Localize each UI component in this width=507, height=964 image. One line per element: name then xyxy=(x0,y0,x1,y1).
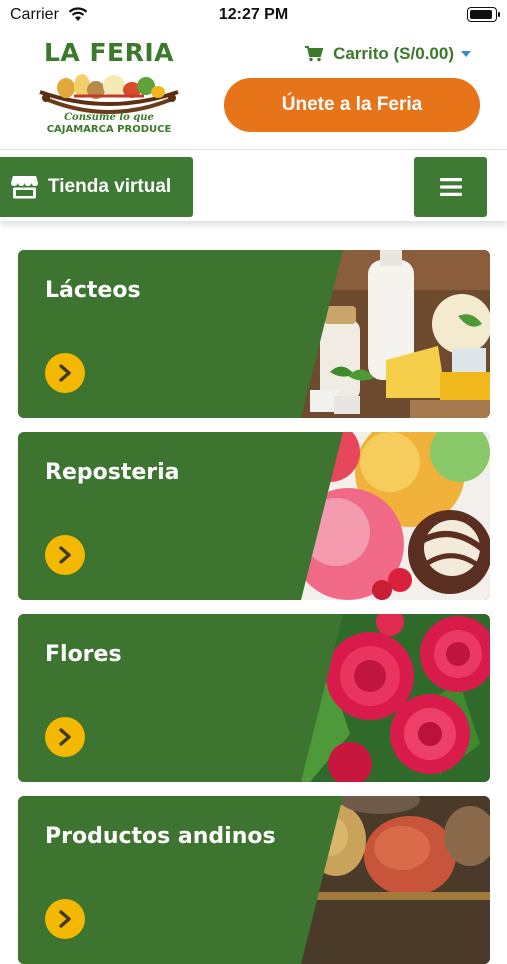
la-feria-logo[interactable]: LA FERIA Consume lo que CAJAMARCA PRODUC… xyxy=(34,38,184,138)
virtual-store-label: Tienda virtual xyxy=(48,176,172,197)
caret-down-icon xyxy=(461,51,471,57)
category-card-productos-andinos[interactable]: Productos andinos xyxy=(18,796,490,964)
battery-icon xyxy=(467,7,500,22)
clock: 12:27 PM xyxy=(218,6,289,23)
logo-tagline: Consume lo que xyxy=(64,112,154,123)
logo-title: LA FERIA xyxy=(43,38,175,67)
cart-dropdown[interactable]: Carrito (S/0.00) xyxy=(305,42,471,66)
category-label: Flores xyxy=(45,642,122,667)
site-header: LA FERIA Consume lo que CAJAMARCA PRODUC… xyxy=(0,30,507,150)
battery-level xyxy=(470,10,492,19)
hamburger-icon xyxy=(439,178,462,196)
virtual-store-button[interactable]: Tienda virtual xyxy=(0,157,193,217)
store-icon xyxy=(11,176,38,199)
cart-icon xyxy=(305,46,324,62)
menu-button[interactable] xyxy=(414,157,487,217)
category-label: Reposteria xyxy=(45,460,180,485)
nav-bar: Tienda virtual xyxy=(0,151,507,221)
category-label: Productos andinos xyxy=(45,824,276,849)
join-feria-button[interactable]: Únete a la Feria xyxy=(224,78,480,132)
chevron-right-icon[interactable] xyxy=(45,535,85,575)
chevron-right-icon[interactable] xyxy=(45,717,85,757)
category-label: Lácteos xyxy=(45,278,141,303)
logo-tagline-2: CAJAMARCA PRODUCE xyxy=(46,124,172,135)
chevron-right-icon[interactable] xyxy=(45,353,85,393)
category-card-reposteria[interactable]: Reposteria xyxy=(18,432,490,600)
cart-label: Carrito (S/0.00) xyxy=(333,44,454,63)
chevron-right-icon[interactable] xyxy=(45,899,85,939)
produce-basket-icon xyxy=(39,74,179,114)
status-bar: Carrier 12:27 PM xyxy=(0,0,507,30)
category-card-flores[interactable]: Flores xyxy=(18,614,490,782)
category-card-lacteos[interactable]: Lácteos xyxy=(18,250,490,418)
